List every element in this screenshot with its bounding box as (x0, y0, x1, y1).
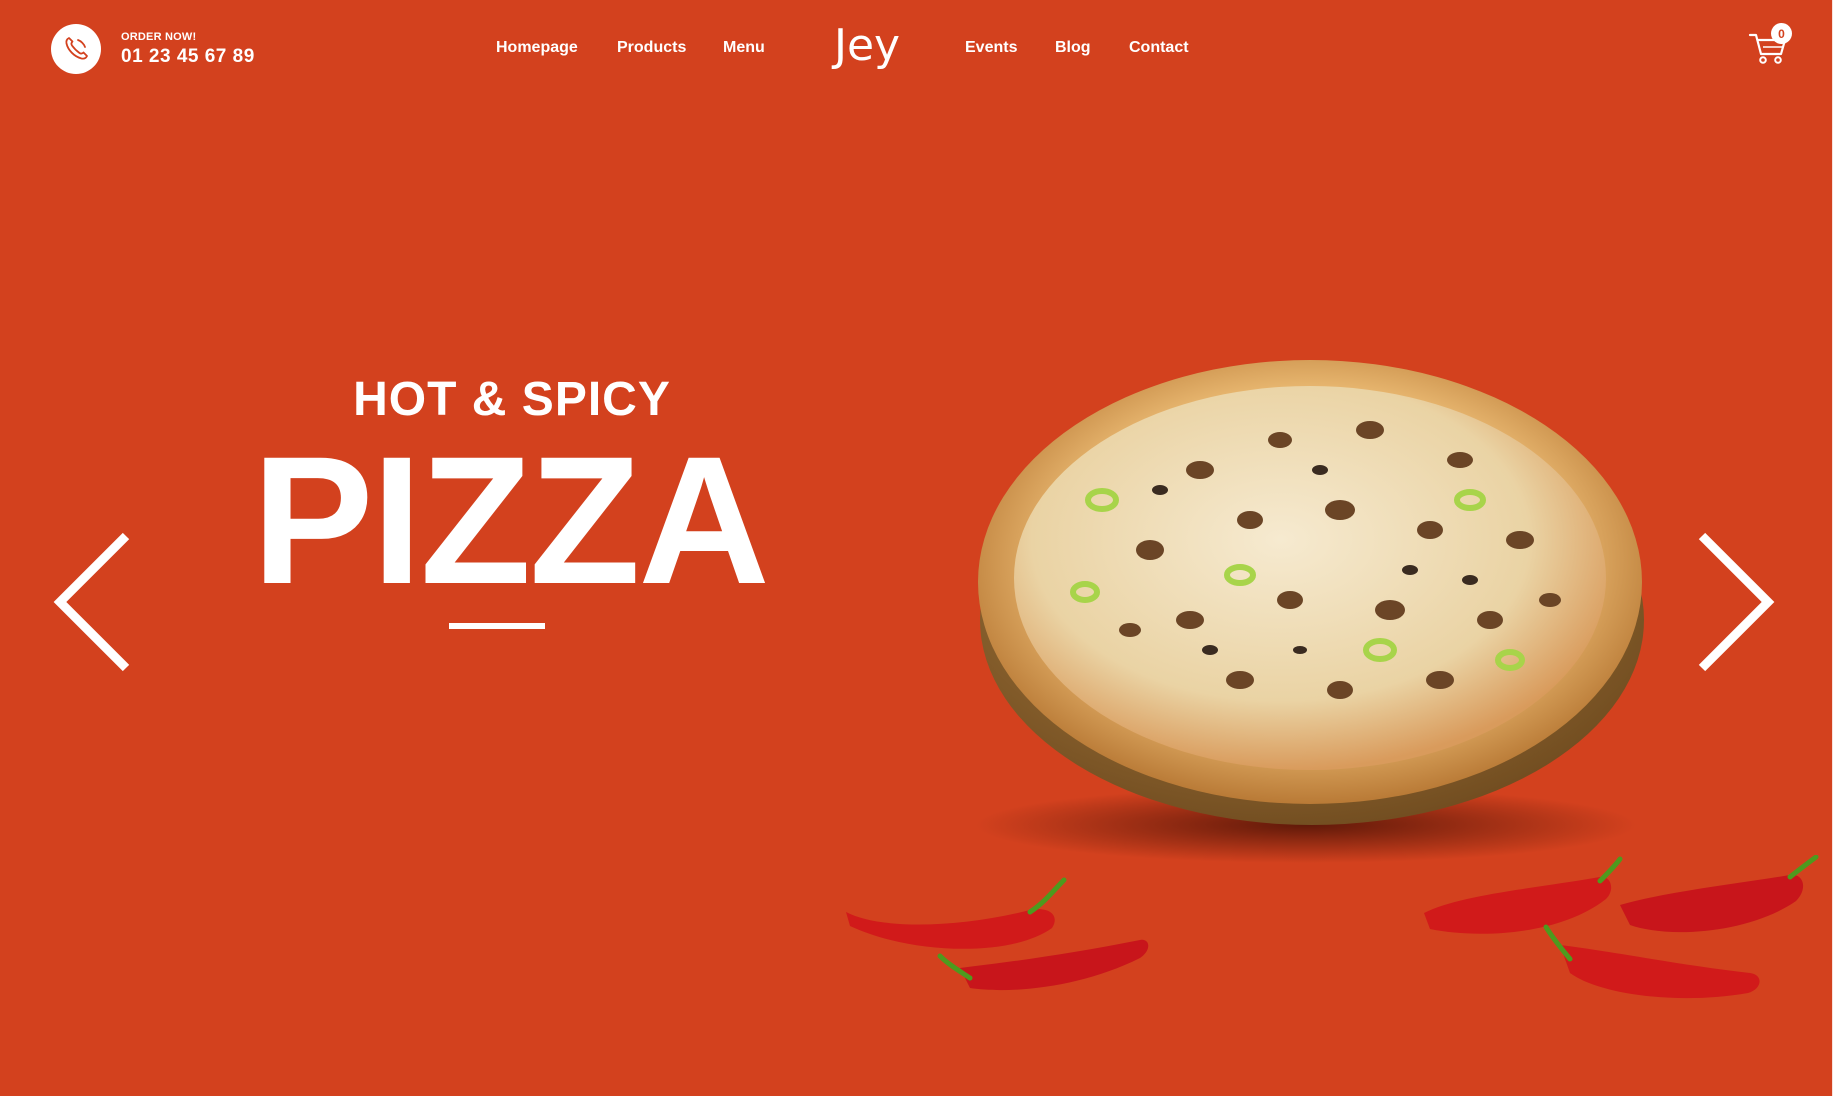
chili-pepper-left (846, 877, 1149, 991)
pizza-image (976, 360, 1644, 863)
nav-blog[interactable]: Blog (1055, 38, 1091, 58)
order-phone-number[interactable]: 01 23 45 67 89 (121, 45, 255, 69)
order-now-block: ORDER NOW! 01 23 45 67 89 (121, 30, 255, 69)
nav-products[interactable]: Products (617, 38, 686, 58)
chevron-left-icon (53, 532, 130, 672)
slider-prev-button[interactable] (52, 532, 132, 672)
slider-next-button[interactable] (1696, 532, 1776, 672)
phone-icon (65, 37, 88, 60)
nav-homepage[interactable]: Homepage (496, 38, 578, 58)
nav-menu[interactable]: Menu (723, 38, 765, 58)
chili-pepper-right (1424, 855, 1819, 999)
hero-underline (449, 623, 545, 629)
phone-button[interactable] (51, 24, 101, 74)
cart-count-badge: 0 (1771, 23, 1792, 44)
order-now-label: ORDER NOW! (121, 31, 197, 43)
site-header: ORDER NOW! 01 23 45 67 89 Homepage Produ… (0, 0, 1833, 98)
chevron-right-icon (1698, 532, 1775, 672)
page: ORDER NOW! 01 23 45 67 89 Homepage Produ… (0, 0, 1833, 1096)
hero-title: PIZZA (252, 418, 770, 622)
pizza-cheese (1014, 386, 1606, 770)
site-logo[interactable]: Jey (834, 20, 900, 72)
nav-events[interactable]: Events (965, 38, 1017, 58)
nav-contact[interactable]: Contact (1129, 38, 1189, 58)
